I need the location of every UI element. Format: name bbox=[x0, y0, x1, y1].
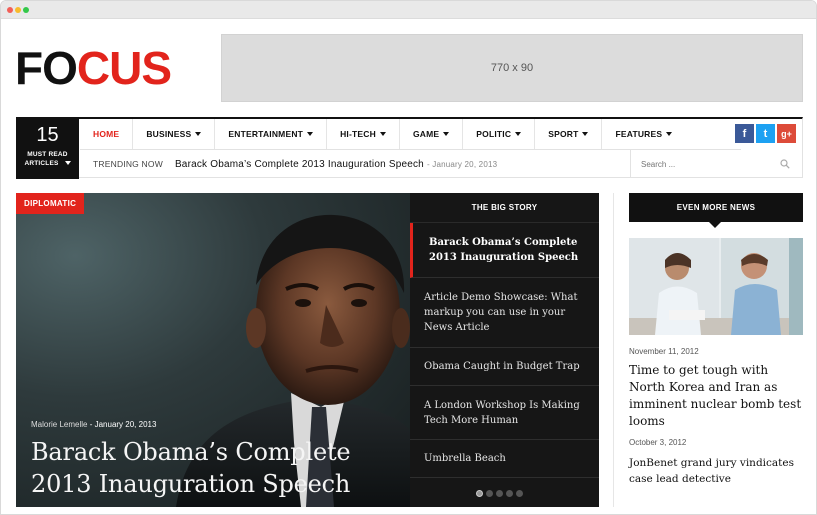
big-story-item[interactable]: Barack Obama’s Complete 2013 Inauguratio… bbox=[410, 223, 599, 278]
browser-window: FOCUS 770 x 90 15 MUST READ ARTICLES HOM… bbox=[0, 0, 817, 515]
big-story-item[interactable]: Article Demo Showcase: What markup you c… bbox=[410, 278, 599, 348]
close-window-dot[interactable] bbox=[7, 7, 13, 13]
trending-ticker: TRENDING NOW Barack Obama’s Complete 201… bbox=[93, 159, 497, 170]
menu-item-hi-tech[interactable]: HI-TECH bbox=[327, 119, 400, 149]
search-icon[interactable] bbox=[780, 159, 790, 169]
big-story-heading: THE BIG STORY bbox=[410, 193, 599, 223]
big-story-item-title: A London Workshop Is Making Tech More Hu… bbox=[424, 399, 580, 426]
big-story-item[interactable]: A London Workshop Is Making Tech More Hu… bbox=[410, 386, 599, 440]
ad-banner[interactable]: 770 x 90 bbox=[221, 34, 803, 102]
logo-text-part2: CUS bbox=[76, 42, 172, 94]
sidebar-heading: EVEN MORE NEWS bbox=[629, 193, 803, 228]
hero-headline[interactable]: Barack Obama’s Complete 2013 Inauguratio… bbox=[31, 436, 406, 500]
menu-label: SPORT bbox=[548, 129, 579, 139]
sidebar-post-title[interactable]: Time to get tough with North Korea and I… bbox=[629, 362, 803, 430]
menu-item-sport[interactable]: SPORT bbox=[535, 119, 603, 149]
even-more-news-sidebar: EVEN MORE NEWS November 11, 2012 Time to… bbox=[629, 193, 803, 485]
must-read-count: 15 bbox=[36, 124, 59, 146]
menu-item-entertainment[interactable]: ENTERTAINMENT bbox=[215, 119, 328, 149]
sidebar-post-image[interactable] bbox=[629, 238, 803, 335]
big-story-item[interactable]: Obama Caught in Budget Trap bbox=[410, 348, 599, 386]
hero-meta: Malorie Lemelle - January 20, 2013 bbox=[31, 420, 156, 429]
menu-label: HI-TECH bbox=[340, 129, 376, 139]
must-read-label-line1: MUST READ bbox=[27, 151, 68, 158]
menu-item-game[interactable]: GAME bbox=[400, 119, 464, 149]
menu-label: POLITIC bbox=[476, 129, 512, 139]
big-story-item-title: Obama Caught in Budget Trap bbox=[424, 361, 580, 372]
menu-label: BUSINESS bbox=[146, 129, 192, 139]
twitter-glyph: t bbox=[763, 127, 768, 140]
big-story-item-title: Barack Obama’s Complete 2013 Inauguratio… bbox=[429, 237, 579, 263]
main-navbar: 15 MUST READ ARTICLES HOME BUSINESS ENTE… bbox=[16, 117, 803, 179]
chevron-down-icon bbox=[515, 132, 522, 136]
chevron-down-icon bbox=[666, 132, 673, 136]
google-plus-icon[interactable]: g+ bbox=[777, 124, 796, 143]
sidebar-post-title[interactable]: JonBenet grand jury vindicates case lead… bbox=[629, 455, 803, 487]
menu-label: ENTERTAINMENT bbox=[228, 129, 304, 139]
column-divider bbox=[613, 193, 614, 507]
slider-dot[interactable] bbox=[496, 490, 503, 497]
menu-label: FEATURES bbox=[615, 129, 663, 139]
slider-dot[interactable] bbox=[516, 490, 523, 497]
minimize-window-dot[interactable] bbox=[15, 7, 21, 13]
menu-label: HOME bbox=[93, 129, 120, 139]
slider-dot[interactable] bbox=[476, 490, 483, 497]
window-titlebar bbox=[1, 1, 816, 19]
sidebar-post-date: November 11, 2012 bbox=[629, 347, 699, 356]
search-input[interactable] bbox=[641, 159, 771, 169]
office-meeting-photo bbox=[629, 238, 803, 335]
must-read-label-text: ARTICLES bbox=[24, 160, 59, 167]
must-read-label: MUST READ ARTICLES bbox=[16, 150, 79, 168]
menu-item-home[interactable]: HOME bbox=[80, 119, 134, 149]
chevron-down-icon bbox=[64, 161, 71, 165]
menu-item-politic[interactable]: POLITIC bbox=[463, 119, 536, 149]
trending-date: - January 20, 2013 bbox=[426, 160, 498, 169]
sidebar-post-date: October 3, 2012 bbox=[629, 438, 687, 447]
google-plus-glyph: g+ bbox=[781, 128, 792, 139]
big-story-panel: THE BIG STORY Barack Obama’s Complete 20… bbox=[410, 193, 599, 507]
slider-dot[interactable] bbox=[506, 490, 513, 497]
logo-text-part1: FO bbox=[15, 42, 78, 94]
facebook-glyph: f bbox=[742, 127, 747, 140]
chevron-down-icon bbox=[379, 132, 386, 136]
slider-dot[interactable] bbox=[486, 490, 493, 497]
trending-link[interactable]: Barack Obama’s Complete 2013 Inauguratio… bbox=[175, 159, 424, 170]
facebook-icon[interactable]: f bbox=[735, 124, 754, 143]
chevron-down-icon bbox=[307, 132, 314, 136]
big-story-item[interactable]: Umbrella Beach bbox=[410, 440, 599, 478]
trending-label: TRENDING NOW bbox=[93, 159, 163, 169]
ad-size-label: 770 x 90 bbox=[490, 62, 534, 74]
menu-item-business[interactable]: BUSINESS bbox=[133, 119, 216, 149]
big-story-item-title: Article Demo Showcase: What markup you c… bbox=[424, 292, 578, 333]
menu-item-features[interactable]: FEATURES bbox=[602, 119, 685, 149]
slider-pagination bbox=[476, 490, 523, 497]
chevron-down-icon bbox=[195, 132, 202, 136]
social-links: f t g+ bbox=[735, 124, 796, 143]
twitter-icon[interactable]: t bbox=[756, 124, 775, 143]
maximize-window-dot[interactable] bbox=[23, 7, 29, 13]
site-logo[interactable]: FOCUS bbox=[15, 42, 172, 94]
hero-date: - January 20, 2013 bbox=[89, 420, 157, 429]
big-story-item-title: Umbrella Beach bbox=[424, 453, 506, 464]
chevron-down-icon bbox=[443, 132, 450, 136]
category-badge[interactable]: DIPLOMATIC bbox=[16, 193, 85, 214]
hero-author[interactable]: Malorie Lemelle bbox=[31, 420, 87, 429]
must-read-label-line2: ARTICLES bbox=[16, 159, 79, 168]
chevron-down-icon bbox=[582, 132, 589, 136]
search-box bbox=[630, 150, 802, 178]
primary-menu: HOME BUSINESS ENTERTAINMENT HI-TECH GAME… bbox=[80, 119, 741, 150]
hero-article[interactable]: DIPLOMATIC Malorie Lemelle - January 20,… bbox=[16, 193, 410, 507]
menu-label: GAME bbox=[412, 129, 440, 139]
must-read-counter[interactable]: 15 MUST READ ARTICLES bbox=[16, 117, 79, 179]
